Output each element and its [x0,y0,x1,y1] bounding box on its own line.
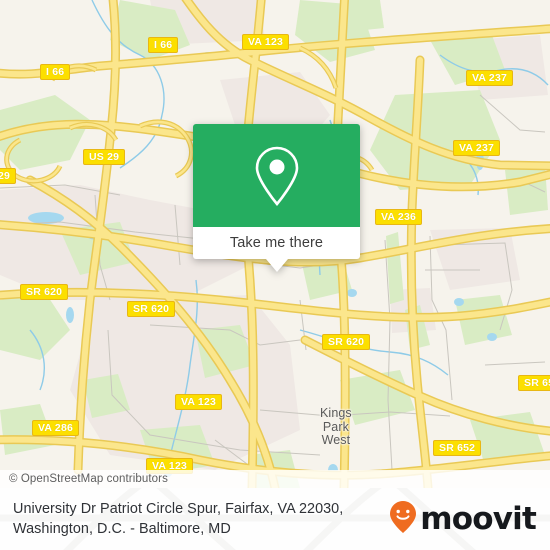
map-pin-icon [250,144,304,208]
place-label: Kings Park West [320,406,352,447]
popup-pointer-tail [265,259,288,272]
map-canvas[interactable]: I 66 VA 123 I 66 VA 237 US 29 VA 237 29 VA 236 S… [0,0,550,488]
road-shield: VA 123 [175,394,223,410]
map-attribution-bar: © OpenStreetMap contributors [0,470,550,488]
moovit-brand-logo[interactable]: moovit [388,500,537,539]
road-shield: SR 65 [518,375,550,391]
road-shield: VA 236 [375,209,423,225]
moovit-map-screenshot: I 66 VA 123 I 66 VA 237 US 29 VA 237 29 VA 236 S… [0,0,550,550]
location-title-line-1: University Dr Patriot Circle Spur, Fairf… [13,501,344,517]
road-shield: 29 [0,168,17,184]
road-shield: VA 237 [453,140,501,156]
road-shield: SR 620 [20,284,69,300]
osm-attribution-text: © OpenStreetMap contributors [9,473,168,485]
footer-bar: University Dr Patriot Circle Spur, Fairf… [0,488,550,550]
take-me-there-label: Take me there [229,235,324,251]
moovit-wordmark: moovit [420,500,537,537]
location-popup-card[interactable]: Take me there [193,124,360,272]
take-me-there-button[interactable]: Take me there [193,227,360,259]
road-shield: SR 620 [322,334,371,350]
road-shield: VA 123 [242,34,290,50]
road-shield: SR 652 [433,440,482,456]
popup-header [193,124,360,227]
road-shield: I 66 [148,37,179,53]
location-title-line-2: Washington, D.C. - Baltimore, MD [13,521,231,537]
road-shield: VA 286 [32,420,80,436]
moovit-smiley-pin-icon [388,500,418,539]
road-shield: VA 237 [466,70,514,86]
location-title: University Dr Patriot Circle Spur, Fairf… [13,499,403,539]
road-shield: US 29 [83,149,126,165]
road-shield: I 66 [40,64,71,80]
road-shield: SR 620 [127,301,176,317]
